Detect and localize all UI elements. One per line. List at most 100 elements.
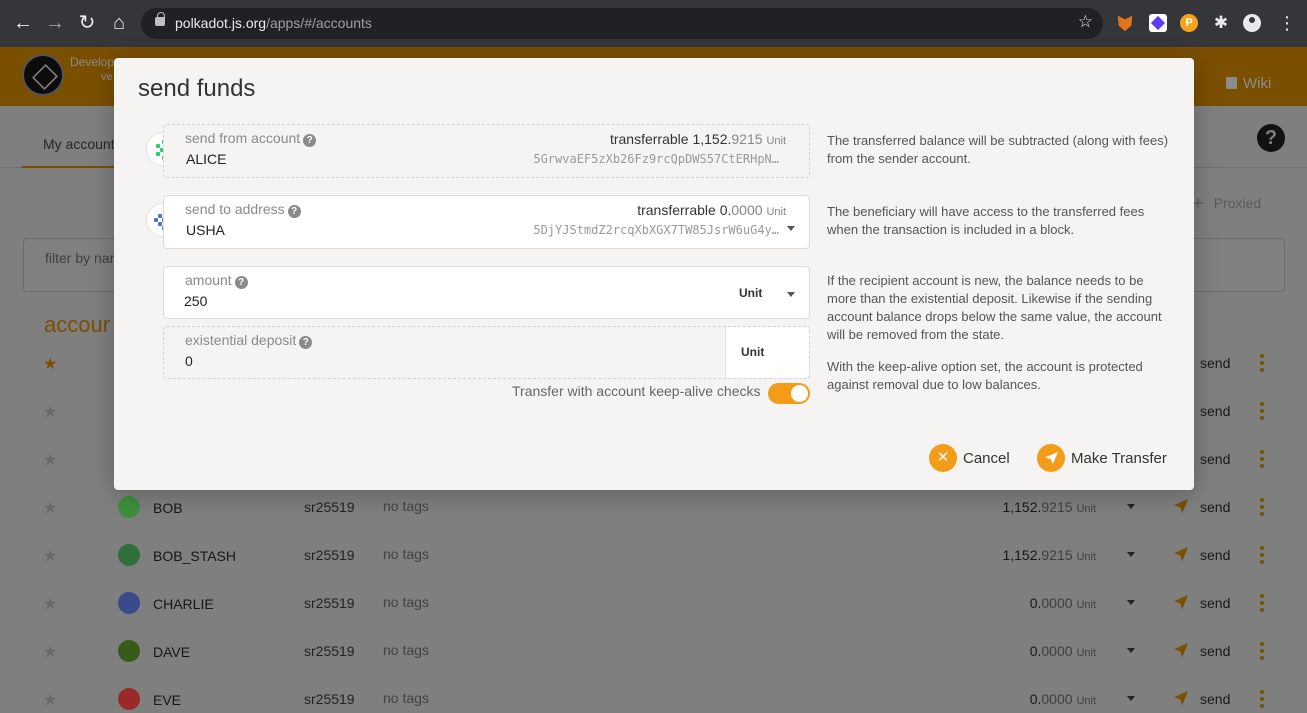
balance-integer: 1,152. [1002, 499, 1042, 515]
send-button[interactable]: send [1200, 595, 1230, 611]
send-button[interactable]: send [1200, 499, 1230, 515]
balance-unit: Unit [1076, 647, 1096, 659]
balance-fraction: 9215 [1041, 547, 1073, 563]
account-identicon[interactable] [118, 640, 140, 662]
send-icon[interactable] [1174, 547, 1188, 561]
balance-integer: 1,152. [692, 131, 732, 147]
help-icon[interactable]: ? [299, 336, 313, 349]
more-options-icon[interactable] [1260, 594, 1264, 612]
balance-unit: Unit [766, 135, 786, 147]
extensions-puzzle-icon[interactable]: ✱ [1212, 14, 1230, 32]
send-button[interactable]: send [1200, 691, 1230, 707]
amount-unit-select[interactable]: Unit [725, 267, 809, 318]
extension-icon[interactable] [1149, 14, 1167, 32]
url-path: /apps/#/accounts [266, 15, 372, 31]
send-icon[interactable] [1174, 643, 1188, 657]
amount-field[interactable]: amount? 250 Unit [163, 266, 810, 319]
account-crypto-type: sr25519 [304, 499, 355, 515]
account-name[interactable]: BOB [153, 500, 183, 516]
send-button[interactable]: send [1200, 547, 1230, 563]
favorite-star-icon[interactable]: ★ [43, 450, 57, 470]
help-icon[interactable]: ? [1257, 124, 1285, 152]
account-name[interactable]: DAVE [153, 644, 190, 660]
chevron-down-icon[interactable] [1127, 600, 1135, 605]
chevron-down-icon[interactable] [1127, 552, 1135, 557]
help-icon[interactable]: ? [287, 205, 301, 218]
keepalive-toggle[interactable] [768, 383, 810, 404]
send-to-dropdown[interactable]: send to address? transferrable 0.0000 Un… [163, 195, 810, 249]
account-name[interactable]: BOB_STASH [153, 548, 236, 564]
back-icon[interactable]: ← [10, 10, 36, 36]
more-options-icon[interactable] [1260, 690, 1264, 708]
send-icon[interactable] [1174, 691, 1188, 705]
account-name[interactable]: CHARLIE [153, 596, 214, 612]
favorite-star-icon[interactable]: ★ [43, 690, 57, 710]
account-name[interactable]: EVE [153, 692, 181, 708]
account-identicon[interactable] [118, 688, 140, 710]
account-tags[interactable]: no tags [383, 546, 429, 562]
account-tags[interactable]: no tags [383, 690, 429, 706]
balance-unit: Unit [1076, 695, 1096, 707]
balance-integer: 0. [1029, 595, 1042, 611]
send-button[interactable]: send [1200, 643, 1230, 659]
account-identicon[interactable] [118, 496, 140, 518]
chain-logo[interactable] [22, 54, 64, 96]
help-text-to: The beneficiary will have access to the … [827, 204, 1145, 237]
account-identicon[interactable] [118, 592, 140, 614]
help-icon[interactable]: ? [303, 134, 317, 147]
favorite-star-icon[interactable]: ★ [43, 642, 57, 662]
book-icon [1226, 77, 1237, 89]
send-to-label: send to address? [185, 201, 301, 218]
balance-fraction: 9215 [731, 131, 763, 147]
favorite-star-icon[interactable]: ★ [43, 546, 57, 566]
add-proxied-button[interactable]: + Proxied [1192, 193, 1261, 216]
favorite-star-icon[interactable]: ★ [43, 498, 57, 518]
balance-unit: Unit [766, 206, 786, 218]
more-options-icon[interactable] [1260, 354, 1264, 372]
more-options-icon[interactable] [1260, 498, 1264, 516]
url-text[interactable]: polkadot.js.org/apps/#/accounts [175, 15, 372, 31]
cancel-label: Cancel [963, 450, 1010, 467]
reload-icon[interactable]: ↻ [74, 10, 100, 36]
send-icon[interactable] [1174, 499, 1188, 513]
browser-menu-icon[interactable]: ⋮ [1278, 14, 1296, 32]
amount-input[interactable]: 250 [184, 293, 207, 309]
coin-extension-icon[interactable]: P [1180, 14, 1198, 32]
favorite-star-icon[interactable]: ★ [43, 594, 57, 614]
send-button[interactable]: send [1200, 355, 1230, 371]
make-transfer-label: Make Transfer [1071, 450, 1167, 467]
profile-icon[interactable] [1243, 14, 1261, 32]
more-options-icon[interactable] [1260, 546, 1264, 564]
more-options-icon[interactable] [1260, 450, 1264, 468]
favorite-star-icon[interactable]: ★ [43, 402, 57, 422]
account-tags[interactable]: no tags [383, 498, 429, 514]
url-domain: polkadot.js.org [175, 15, 267, 31]
address-bar[interactable]: polkadot.js.org/apps/#/accounts ☆ [141, 8, 1103, 39]
make-transfer-button[interactable]: Make Transfer [1037, 444, 1167, 472]
forward-icon[interactable]: → [42, 10, 68, 36]
account-tags[interactable]: no tags [383, 594, 429, 610]
sender-name: ALICE [186, 151, 227, 167]
send-icon[interactable] [1174, 595, 1188, 609]
help-icon[interactable]: ? [234, 276, 248, 289]
home-icon[interactable]: ⌂ [106, 10, 132, 36]
more-options-icon[interactable] [1260, 642, 1264, 660]
chevron-down-icon[interactable] [1127, 504, 1135, 509]
more-options-icon[interactable] [1260, 402, 1264, 420]
account-tags[interactable]: no tags [383, 642, 429, 658]
account-crypto-type: sr25519 [304, 643, 355, 659]
wiki-link[interactable]: Wiki [1226, 75, 1271, 92]
send-from-label-text: send from account [185, 130, 301, 146]
chevron-down-icon[interactable] [1127, 648, 1135, 653]
account-crypto-type: sr25519 [304, 691, 355, 707]
favorite-star-icon[interactable]: ★ [43, 354, 57, 374]
send-button[interactable]: send [1200, 451, 1230, 467]
chevron-down-icon[interactable] [787, 226, 795, 231]
account-identicon[interactable] [118, 544, 140, 566]
send-button[interactable]: send [1200, 403, 1230, 419]
bookmark-star-icon[interactable]: ☆ [1078, 12, 1093, 32]
metamask-extension-icon[interactable] [1117, 15, 1133, 32]
chevron-down-icon[interactable] [1127, 696, 1135, 701]
cancel-button[interactable]: ✕ Cancel [929, 444, 1010, 472]
chevron-down-icon[interactable] [787, 292, 795, 297]
